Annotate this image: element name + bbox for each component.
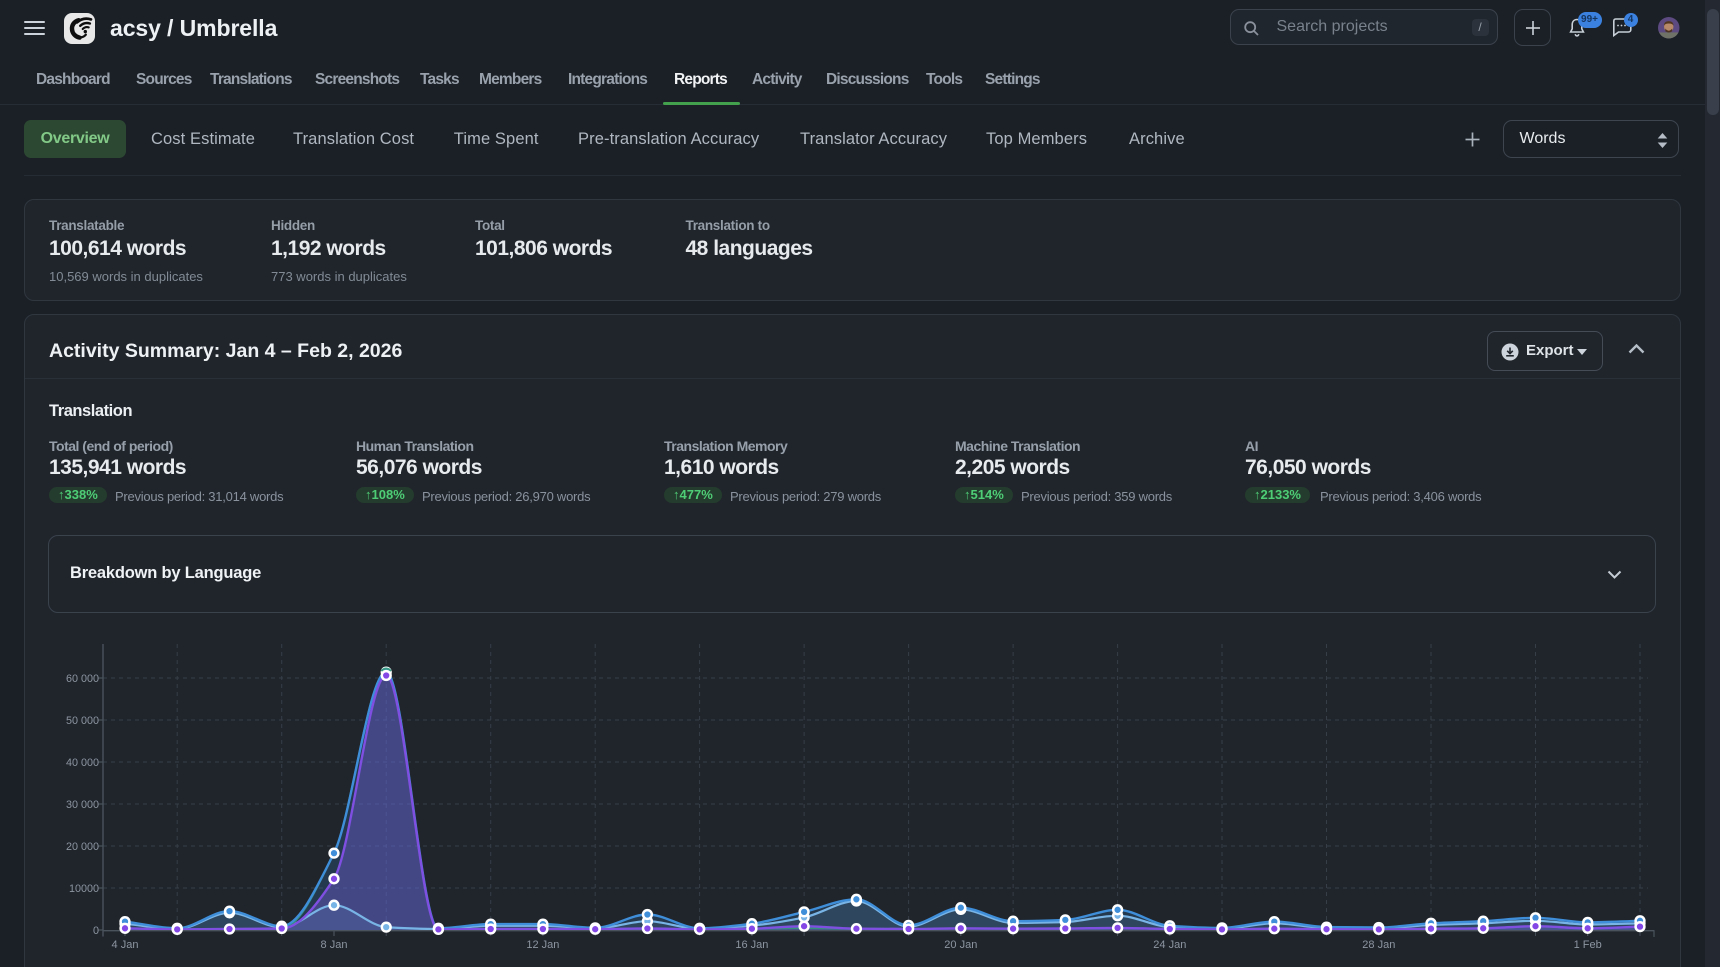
svg-text:60 000: 60 000 [66, 673, 99, 685]
svg-text:12 Jan: 12 Jan [526, 939, 559, 951]
svg-text:24 Jan: 24 Jan [1153, 939, 1186, 951]
svg-text:16 Jan: 16 Jan [735, 939, 768, 951]
svg-text:50 000: 50 000 [66, 715, 99, 727]
svg-text:20 Jan: 20 Jan [944, 939, 977, 951]
svg-text:1 Feb: 1 Feb [1574, 939, 1602, 951]
svg-text:20 000: 20 000 [66, 841, 99, 853]
svg-text:8 Jan: 8 Jan [321, 939, 348, 951]
svg-text:40 000: 40 000 [66, 757, 99, 769]
svg-text:10000: 10000 [69, 883, 99, 895]
svg-text:0: 0 [93, 925, 99, 937]
svg-text:4 Jan: 4 Jan [112, 939, 139, 951]
svg-text:30 000: 30 000 [66, 799, 99, 811]
svg-text:28 Jan: 28 Jan [1362, 939, 1395, 951]
